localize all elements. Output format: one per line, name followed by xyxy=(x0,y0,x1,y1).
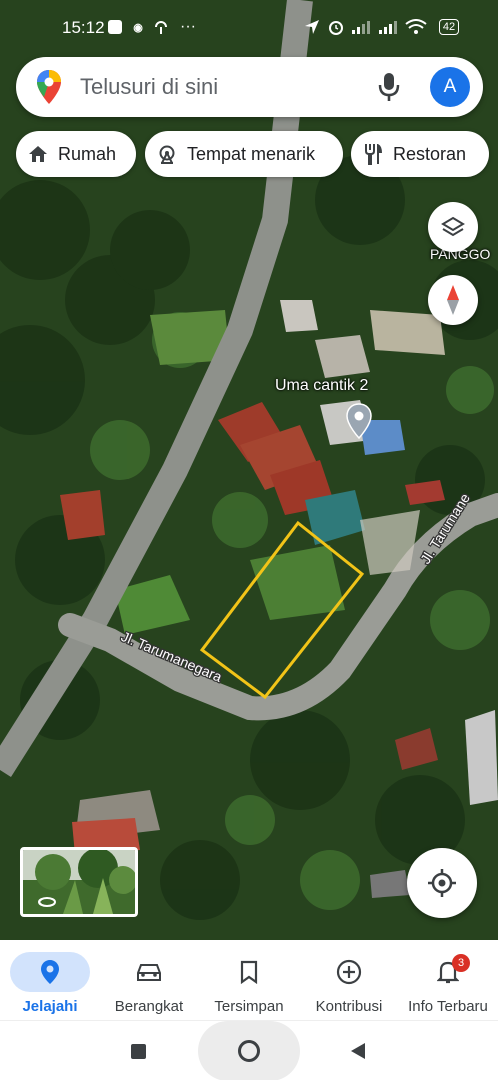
layers-button[interactable] xyxy=(428,202,478,252)
wifi-icon xyxy=(404,17,428,37)
chip-restaurants[interactable]: Restoran xyxy=(351,131,489,177)
home-button[interactable] xyxy=(198,1021,300,1080)
place-label[interactable]: Uma cantik 2 xyxy=(275,377,368,395)
search-input[interactable]: Telusuri di sini xyxy=(80,74,218,100)
ferris-wheel-icon xyxy=(159,145,175,164)
street-view-thumbnail[interactable] xyxy=(20,847,138,917)
car-icon xyxy=(109,952,189,992)
chip-restaurants-label: Restoran xyxy=(393,143,467,164)
back-triangle-icon xyxy=(351,1043,365,1059)
nav-updates-label: Info Terbaru xyxy=(408,998,488,1015)
app-notification-icon: ◉ xyxy=(133,21,143,34)
add-circle-icon xyxy=(309,952,389,992)
nav-saved[interactable]: Tersimpan xyxy=(209,940,289,1020)
crosshair-icon xyxy=(428,869,456,897)
chip-home[interactable]: Rumah xyxy=(16,131,136,177)
layers-icon xyxy=(441,216,465,237)
location-arrow-icon xyxy=(303,17,321,37)
system-navigation-bar xyxy=(0,1020,498,1080)
bottom-navigation: Jelajahi Berangkat Tersimpan Kontribusi … xyxy=(0,940,498,1020)
bell-icon: 3 xyxy=(408,952,488,992)
notification-badge: 3 xyxy=(452,954,470,972)
status-bar: 15:12 ◉ ··· 42 xyxy=(0,0,498,56)
battery-level: 42 xyxy=(438,19,460,35)
recents-button[interactable] xyxy=(131,1044,146,1059)
battery-icon: 42 xyxy=(433,17,465,37)
location-pin-icon xyxy=(10,952,90,992)
sync-icon xyxy=(152,17,170,37)
nav-contribute[interactable]: Kontribusi xyxy=(309,940,389,1020)
nav-go-label: Berangkat xyxy=(114,998,184,1015)
clock: 15:12 xyxy=(62,18,105,37)
more-notifications-icon: ··· xyxy=(180,18,196,35)
home-icon xyxy=(29,146,47,162)
chip-attractions-label: Tempat menarik xyxy=(187,143,316,164)
compass-icon xyxy=(447,285,459,315)
notification-icon xyxy=(107,17,123,37)
back-button[interactable] xyxy=(350,1042,366,1065)
alarm-icon xyxy=(326,17,346,37)
nav-updates[interactable]: 3 Info Terbaru xyxy=(408,940,488,1020)
compass-button[interactable] xyxy=(428,275,478,325)
microphone-icon[interactable] xyxy=(376,71,402,108)
my-location-button[interactable] xyxy=(407,848,477,918)
nav-contribute-label: Kontribusi xyxy=(315,998,383,1015)
signal-icon-2 xyxy=(377,17,401,37)
bookmark-icon xyxy=(209,952,289,992)
home-circle-icon xyxy=(238,1040,260,1062)
chip-attractions[interactable]: Tempat menarik xyxy=(145,131,343,177)
nav-saved-label: Tersimpan xyxy=(214,998,284,1015)
search-bar[interactable]: Telusuri di sini A xyxy=(16,57,483,117)
nav-explore-label: Jelajahi xyxy=(22,998,78,1015)
chip-home-label: Rumah xyxy=(58,143,117,164)
account-avatar[interactable]: A xyxy=(430,67,470,107)
nav-explore[interactable]: Jelajahi xyxy=(10,940,90,1020)
signal-icon-1 xyxy=(350,17,374,37)
google-maps-pin-icon xyxy=(36,69,62,110)
360-icon xyxy=(37,895,57,909)
restaurant-icon xyxy=(365,144,382,165)
nav-go[interactable]: Berangkat xyxy=(109,940,189,1020)
place-pin-icon[interactable] xyxy=(346,403,372,440)
